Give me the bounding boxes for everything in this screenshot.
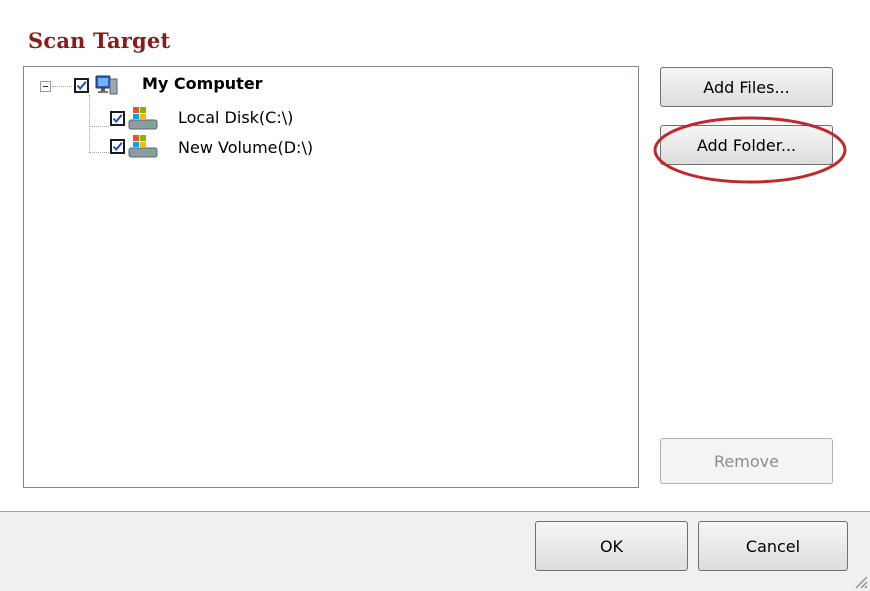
tree-connector	[89, 126, 109, 127]
remove-button[interactable]: Remove	[660, 438, 833, 484]
new-volume-checkbox[interactable]	[110, 139, 125, 154]
drive-icon	[127, 133, 159, 163]
local-disk-checkbox[interactable]	[110, 111, 125, 126]
scan-target-tree[interactable]: My Computer Local Disk(C:\) New Volume(D…	[23, 66, 639, 488]
collapse-toggle[interactable]	[40, 81, 51, 92]
scan-target-title: Scan Target	[28, 28, 171, 53]
add-files-button[interactable]: Add Files...	[660, 67, 833, 107]
my-computer-checkbox[interactable]	[74, 78, 89, 93]
cancel-button[interactable]: Cancel	[698, 521, 848, 571]
tree-connector	[52, 86, 72, 87]
add-folder-button[interactable]: Add Folder...	[660, 125, 833, 165]
computer-icon	[94, 75, 120, 101]
tree-connector	[89, 152, 109, 153]
drive-icon	[127, 105, 159, 135]
tree-connector	[89, 95, 90, 153]
ok-button[interactable]: OK	[535, 521, 688, 571]
tree-item-new-volume-d[interactable]: New Volume(D:\)	[178, 138, 313, 157]
tree-item-my-computer[interactable]: My Computer	[142, 74, 263, 93]
dialog-footer: OK Cancel	[0, 511, 870, 591]
tree-item-local-disk-c[interactable]: Local Disk(C:\)	[178, 108, 293, 127]
resize-grip-icon[interactable]	[852, 573, 868, 589]
